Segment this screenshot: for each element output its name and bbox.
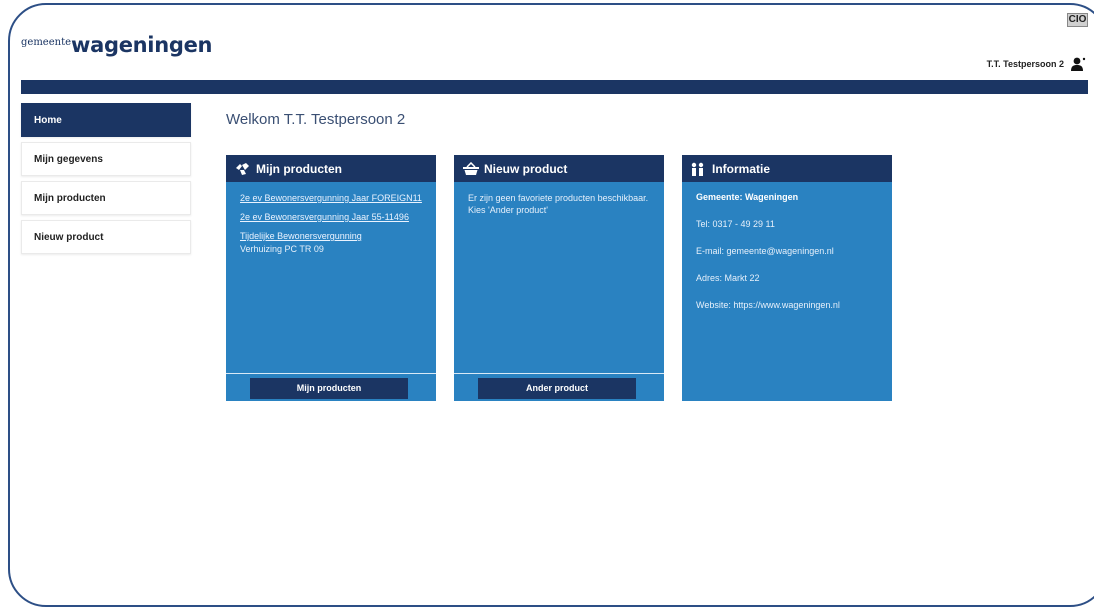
wageningen-logo[interactable]: gemeentewageningen [21, 33, 212, 57]
sidebar-item-mijn-producten[interactable]: Mijn producten [21, 181, 191, 215]
info-website: Website: https://www.wageningen.nl [696, 300, 840, 310]
sidebar-item-nieuw-product[interactable]: Nieuw product [21, 220, 191, 254]
info-adres: Adres: Markt 22 [696, 273, 760, 283]
card-informatie: Informatie Gemeente: Wageningen Tel: 031… [682, 155, 892, 401]
card-nieuw-product: Nieuw product Er zijn geen favoriete pro… [454, 155, 664, 401]
product-link[interactable]: 2e ev Bewonersvergunning Jaar 55-11496 [240, 211, 422, 223]
user-icon [1070, 56, 1086, 72]
product-text: Verhuizing PC TR 09 [240, 244, 324, 254]
user-name: T.T. Testpersoon 2 [986, 59, 1064, 69]
contrast-toggle-button[interactable]: CIO [1067, 13, 1088, 27]
card-footer: Ander product [454, 373, 664, 401]
top-navigation-bar [21, 80, 1088, 94]
sidebar-item-mijn-gegevens[interactable]: Mijn gegevens [21, 142, 191, 176]
logo-big-text: wageningen [71, 33, 213, 57]
logo-small-text: gemeente [21, 37, 72, 48]
card-title: Nieuw product [484, 161, 568, 176]
people-info-icon [691, 162, 704, 176]
card-title: Informatie [712, 161, 771, 176]
nieuw-product-text: Er zijn geen favoriete producten beschik… [468, 193, 649, 215]
ander-product-button[interactable]: Ander product [478, 378, 636, 399]
info-email: E-mail: gemeente@wageningen.nl [696, 246, 834, 256]
sidebar-item-home[interactable]: Home [21, 103, 191, 137]
card-mijn-producten: Mijn producten 2e ev Bewonersvergunning … [226, 155, 436, 401]
card-footer: Mijn producten [226, 373, 436, 401]
user-menu[interactable]: T.T. Testpersoon 2 [987, 56, 1086, 72]
card-header: Mijn producten [226, 155, 436, 182]
card-header: Informatie [682, 155, 892, 182]
hands-icon [236, 162, 249, 175]
info-gemeente: Gemeente: Wageningen [696, 192, 799, 202]
card-title: Mijn producten [256, 161, 342, 176]
sidebar: Home Mijn gegevens Mijn producten Nieuw … [21, 103, 191, 259]
mijn-producten-button[interactable]: Mijn producten [250, 378, 408, 399]
page-title: Welkom T.T. Testpersoon 2 [226, 111, 406, 128]
info-telefoon: Tel: 0317 - 49 29 11 [696, 219, 775, 229]
basket-icon [463, 161, 479, 175]
card-header: Nieuw product [454, 155, 664, 182]
product-link[interactable]: Tijdelijke Bewonersvergunning [240, 230, 422, 242]
product-link[interactable]: 2e ev Bewonersvergunning Jaar FOREIGN11 [240, 192, 422, 204]
